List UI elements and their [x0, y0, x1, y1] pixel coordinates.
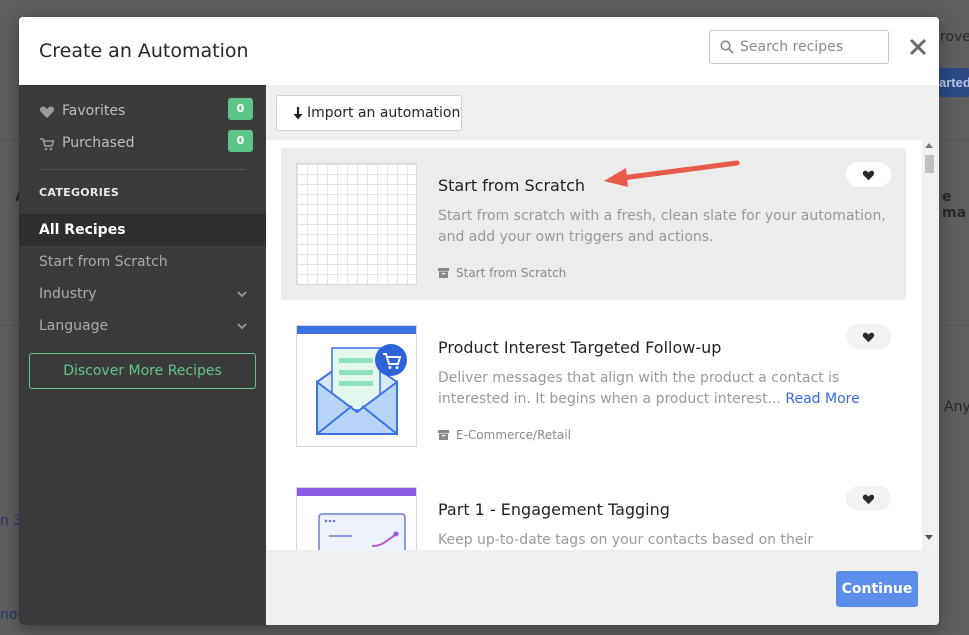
- sidebar-divider: [39, 169, 246, 170]
- bg-text: Any: [944, 399, 969, 415]
- import-automation-button[interactable]: Import an automation: [276, 95, 462, 131]
- recipe-card-start-from-scratch[interactable]: Start from Scratch Start from scratch wi…: [281, 148, 906, 300]
- recipe-description: Keep up-to-date tags on your contacts ba…: [438, 532, 814, 548]
- recipe-category: Start from Scratch: [438, 266, 566, 280]
- category-label: Industry: [39, 286, 97, 302]
- recipes-panel: Import an automation Start from Scratch …: [266, 85, 939, 625]
- bg-button: arted: [935, 68, 969, 97]
- modal-header: Create an Automation: [19, 17, 939, 85]
- scroll-down-arrow-icon[interactable]: [925, 535, 933, 540]
- favorite-button[interactable]: [846, 486, 891, 511]
- discover-more-recipes-button[interactable]: Discover More Recipes: [29, 353, 256, 389]
- recipe-list-scrollbar[interactable]: [922, 140, 936, 550]
- scroll-up-arrow-icon[interactable]: [925, 143, 933, 148]
- scrollbar-thumb[interactable]: [925, 155, 934, 173]
- heart-icon: [39, 106, 55, 118]
- bg-divider: [939, 140, 969, 141]
- recipe-card-engagement-tagging[interactable]: Part 1 - Engagement Tagging Keep up-to-d…: [281, 472, 906, 550]
- category-industry[interactable]: Industry: [19, 278, 266, 310]
- recipe-description: Deliver messages that align with the pro…: [438, 368, 898, 410]
- bg-text: e ma: [942, 189, 967, 221]
- engagement-thumbnail: [296, 487, 417, 550]
- chevron-down-icon: [237, 291, 247, 298]
- categories-heading: CATEGORIES: [39, 186, 120, 199]
- recipe-title: Start from Scratch: [438, 176, 586, 195]
- sidebar-item-label: Purchased: [62, 135, 135, 151]
- close-icon[interactable]: [905, 34, 931, 60]
- category-all-recipes[interactable]: All Recipes: [19, 214, 266, 246]
- recipe-card-product-interest[interactable]: Product Interest Targeted Follow-up Deli…: [281, 310, 906, 462]
- envelope-icon: [316, 344, 407, 435]
- recipe-description-text: Deliver messages that align with the pro…: [438, 370, 840, 407]
- purchased-count-badge: 0: [228, 130, 253, 152]
- favorite-button[interactable]: [846, 162, 891, 187]
- import-automation-label: Import an automation: [307, 105, 461, 121]
- recipe-title: Part 1 - Engagement Tagging: [438, 500, 670, 519]
- recipe-category-label: Start from Scratch: [456, 266, 567, 280]
- recipe-description: Start from scratch with a fresh, clean s…: [438, 208, 886, 245]
- bg-text: rove: [940, 29, 969, 45]
- category-start-from-scratch[interactable]: Start from Scratch: [19, 246, 266, 278]
- category-language[interactable]: Language: [19, 310, 266, 342]
- chart-window-icon: [318, 513, 406, 550]
- category-label: All Recipes: [39, 222, 126, 238]
- recipe-list: Start from Scratch Start from scratch wi…: [266, 140, 936, 550]
- bg-divider: [939, 325, 969, 326]
- create-automation-modal: Create an Automation Favorites 0: [19, 17, 939, 625]
- search-icon: [720, 40, 734, 54]
- heart-icon: [862, 170, 875, 181]
- category-label: Start from Scratch: [39, 254, 168, 270]
- search-box[interactable]: [709, 30, 889, 64]
- heart-icon: [862, 494, 875, 505]
- category-label: Language: [39, 318, 109, 334]
- blank-grid-thumbnail: [296, 163, 417, 285]
- heart-icon: [862, 332, 875, 343]
- bg-divider: [0, 140, 19, 141]
- sidebar: Favorites 0 Purchased 0 CATEGORIES All R…: [19, 85, 266, 625]
- search-input[interactable]: [740, 37, 884, 57]
- recipe-category: E-Commerce/Retail: [438, 428, 571, 442]
- recipe-category-label: E-Commerce/Retail: [456, 428, 571, 442]
- archive-icon: [438, 430, 449, 440]
- read-more-link[interactable]: Read More: [785, 391, 859, 407]
- envelope-cart-thumbnail: [296, 325, 417, 447]
- continue-button[interactable]: Continue: [836, 571, 918, 607]
- archive-icon: [438, 268, 449, 278]
- modal-title: Create an Automation: [39, 40, 249, 62]
- favorite-button[interactable]: [846, 324, 891, 349]
- sidebar-item-label: Favorites: [62, 103, 126, 119]
- recipe-title: Product Interest Targeted Follow-up: [438, 338, 722, 357]
- sidebar-item-favorites[interactable]: Favorites 0: [39, 98, 253, 125]
- download-arrow-icon: [293, 107, 303, 120]
- bg-divider: [0, 325, 19, 326]
- chevron-down-icon: [237, 323, 247, 330]
- sidebar-item-purchased[interactable]: Purchased 0: [39, 130, 253, 157]
- cart-icon: [40, 138, 55, 151]
- favorites-count-badge: 0: [228, 98, 253, 120]
